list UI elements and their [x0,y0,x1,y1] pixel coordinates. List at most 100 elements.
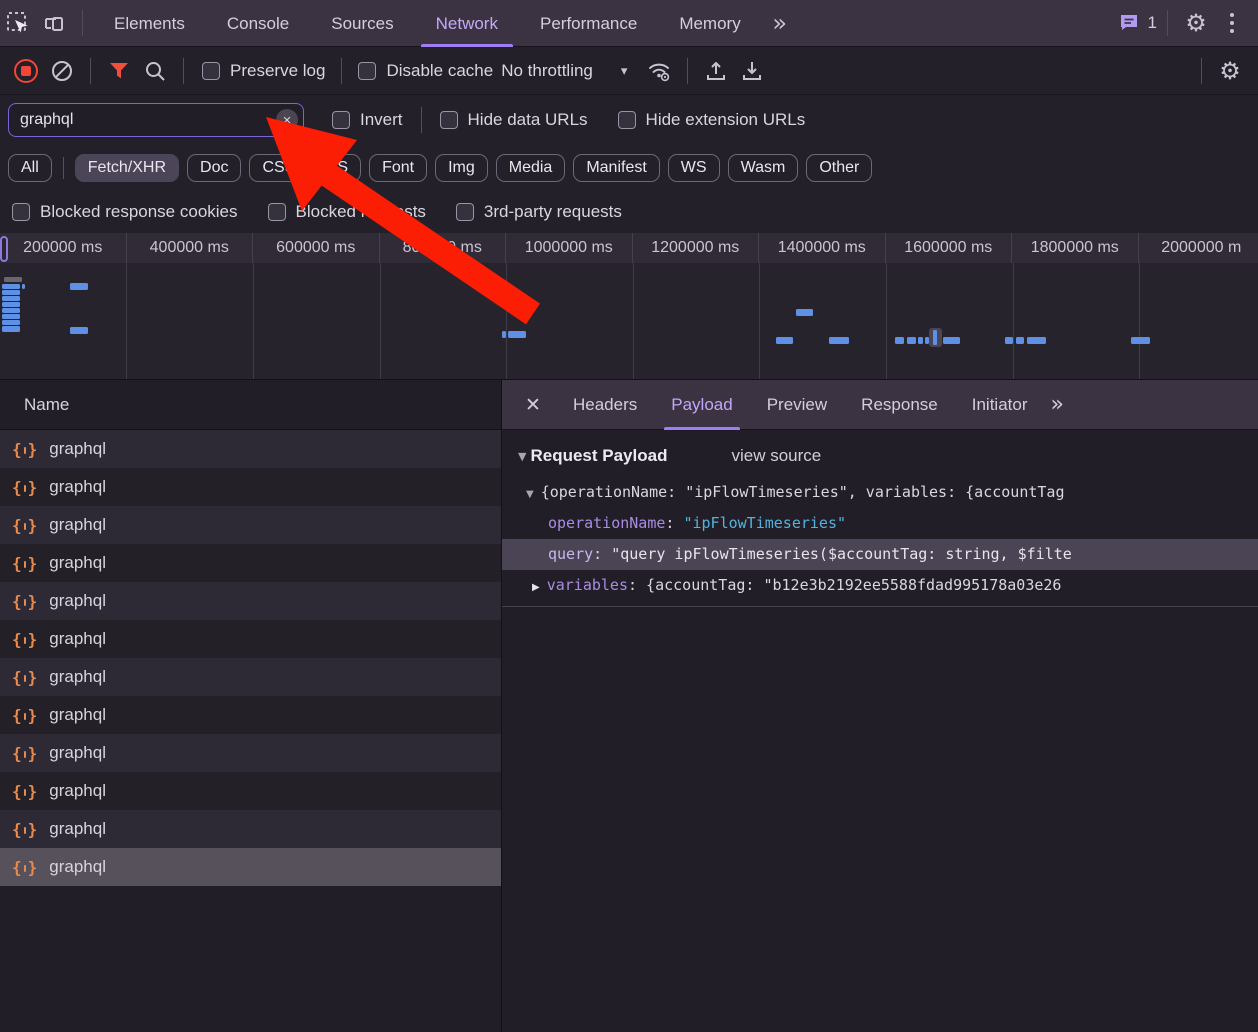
request-row[interactable]: graphql [0,734,501,772]
expand-triangle-icon[interactable]: ▶ [532,582,540,593]
waterfall-bar [895,337,904,344]
request-row[interactable]: graphql [0,810,501,848]
pill-doc[interactable]: Doc [187,154,241,182]
request-row[interactable]: graphql [0,620,501,658]
toolbar-divider-1 [90,58,91,84]
name-column-header[interactable]: Name [0,380,501,430]
more-filters-row: Blocked response cookies Blocked request… [0,191,1258,233]
third-party-requests-checkbox[interactable]: 3rd-party requests [456,202,622,222]
throttling-dropdown[interactable]: No throttling ▾ [501,61,627,81]
waterfall-bar [829,337,849,344]
tab-network[interactable]: Network [415,0,519,47]
pill-other[interactable]: Other [806,154,872,182]
settings-gear-icon[interactable]: ⚙ [1178,5,1214,41]
tab-elements[interactable]: Elements [93,0,206,47]
view-source-link[interactable]: view source [731,446,821,466]
preserve-log-box[interactable] [202,62,220,80]
waterfall-bar [502,331,506,338]
json-braces-icon [12,478,37,497]
hide-extension-urls-label: Hide extension URLs [646,110,806,130]
waterfall-overview[interactable] [0,263,1258,380]
pill-ws[interactable]: WS [668,154,720,182]
request-row[interactable]: graphql [0,506,501,544]
pill-fetch-xhr[interactable]: Fetch/XHR [75,154,179,182]
close-detail-icon[interactable]: ✕ [520,392,546,418]
payload-operation-name-row[interactable]: operationName: "ipFlowTimeseries" [502,508,1258,539]
waterfall-bar [508,331,526,338]
clear-filter-icon[interactable]: × [276,109,298,131]
import-har-icon[interactable] [698,53,734,89]
device-toolbar-icon[interactable] [36,5,72,41]
tabbar-divider [82,10,83,36]
tab-preview[interactable]: Preview [750,380,844,430]
payload-preview-line[interactable]: ▼{operationName: "ipFlowTimeseries", var… [502,477,1258,508]
waterfall-gridline [1139,263,1140,380]
pill-js[interactable]: JS [316,154,361,182]
issues-message-icon[interactable] [1116,5,1142,41]
waterfall-bar [22,284,25,289]
kebab-menu-icon[interactable] [1214,5,1250,41]
request-row[interactable]: graphql [0,544,501,582]
blocked-requests-checkbox[interactable]: Blocked requests [268,202,426,222]
waterfall-bar [776,337,793,344]
tab-headers[interactable]: Headers [556,380,654,430]
issues-count: 1 [1148,13,1157,33]
filter-funnel-icon[interactable] [101,53,137,89]
pill-img[interactable]: Img [435,154,488,182]
request-row[interactable]: graphql [0,696,501,734]
clear-network-log-icon[interactable] [44,53,80,89]
more-detail-tabs-icon[interactable]: » [1050,392,1063,417]
json-braces-icon [12,554,37,573]
pill-css[interactable]: CSS [249,154,308,182]
pill-media[interactable]: Media [496,154,566,182]
request-row[interactable]: graphql [0,658,501,696]
disable-cache-checkbox[interactable]: Disable cache [358,61,493,81]
tab-response[interactable]: Response [844,380,955,430]
tab-console[interactable]: Console [206,0,310,47]
payload-variables-row[interactable]: ▶variables: {accountTag: "b12e3b2192ee55… [502,570,1258,601]
payload-divider [502,606,1258,607]
record-network-log-icon[interactable] [8,53,44,89]
waterfall-gridline [1013,263,1014,380]
collapse-triangle-icon[interactable]: ▼ [526,489,534,500]
timeline-drag-handle[interactable] [0,236,8,262]
tab-memory[interactable]: Memory [658,0,761,47]
more-tabs-icon[interactable]: » [762,5,798,41]
tab-initiator[interactable]: Initiator [955,380,1045,430]
waterfall-bar [70,283,88,290]
collapse-triangle-icon[interactable]: ▼ [518,450,526,463]
waterfall-bar [918,337,923,344]
blocked-response-cookies-checkbox[interactable]: Blocked response cookies [12,202,238,222]
invert-checkbox[interactable]: Invert [332,110,403,130]
tab-performance[interactable]: Performance [519,0,658,47]
network-settings-gear-icon[interactable]: ⚙ [1212,53,1248,89]
request-payload-section[interactable]: ▼ Request Payload view source [502,446,1258,466]
network-conditions-icon[interactable] [641,53,677,89]
json-braces-icon [12,592,37,611]
hide-data-urls-checkbox[interactable]: Hide data URLs [440,110,588,130]
pill-font[interactable]: Font [369,154,427,182]
preserve-log-checkbox[interactable]: Preserve log [202,61,325,81]
request-row[interactable]: graphql [0,772,501,810]
request-row[interactable]: graphql [0,468,501,506]
pill-wasm[interactable]: Wasm [728,154,799,182]
request-row[interactable]: graphql [0,582,501,620]
waterfall-bar [2,308,20,313]
request-row[interactable]: graphql [0,430,501,468]
tab-payload[interactable]: Payload [654,380,749,430]
hide-extension-urls-checkbox[interactable]: Hide extension URLs [618,110,806,130]
timeline-ruler[interactable]: 200000 ms 400000 ms 600000 ms 800000 ms … [0,233,1258,263]
payload-query-row-selected[interactable]: query: "query ipFlowTimeseries($accountT… [502,539,1258,570]
json-braces-icon [12,820,37,839]
disable-cache-box[interactable] [358,62,376,80]
filter-input[interactable] [8,103,304,137]
export-har-icon[interactable] [734,53,770,89]
timeline-tick: 1200000 ms [633,233,760,263]
search-icon[interactable] [137,53,173,89]
pill-all[interactable]: All [8,154,52,182]
pill-manifest[interactable]: Manifest [573,154,659,182]
tab-sources[interactable]: Sources [310,0,414,47]
waterfall-bar [796,309,813,316]
request-row-selected[interactable]: graphql [0,848,501,886]
inspect-element-icon[interactable] [0,5,36,41]
